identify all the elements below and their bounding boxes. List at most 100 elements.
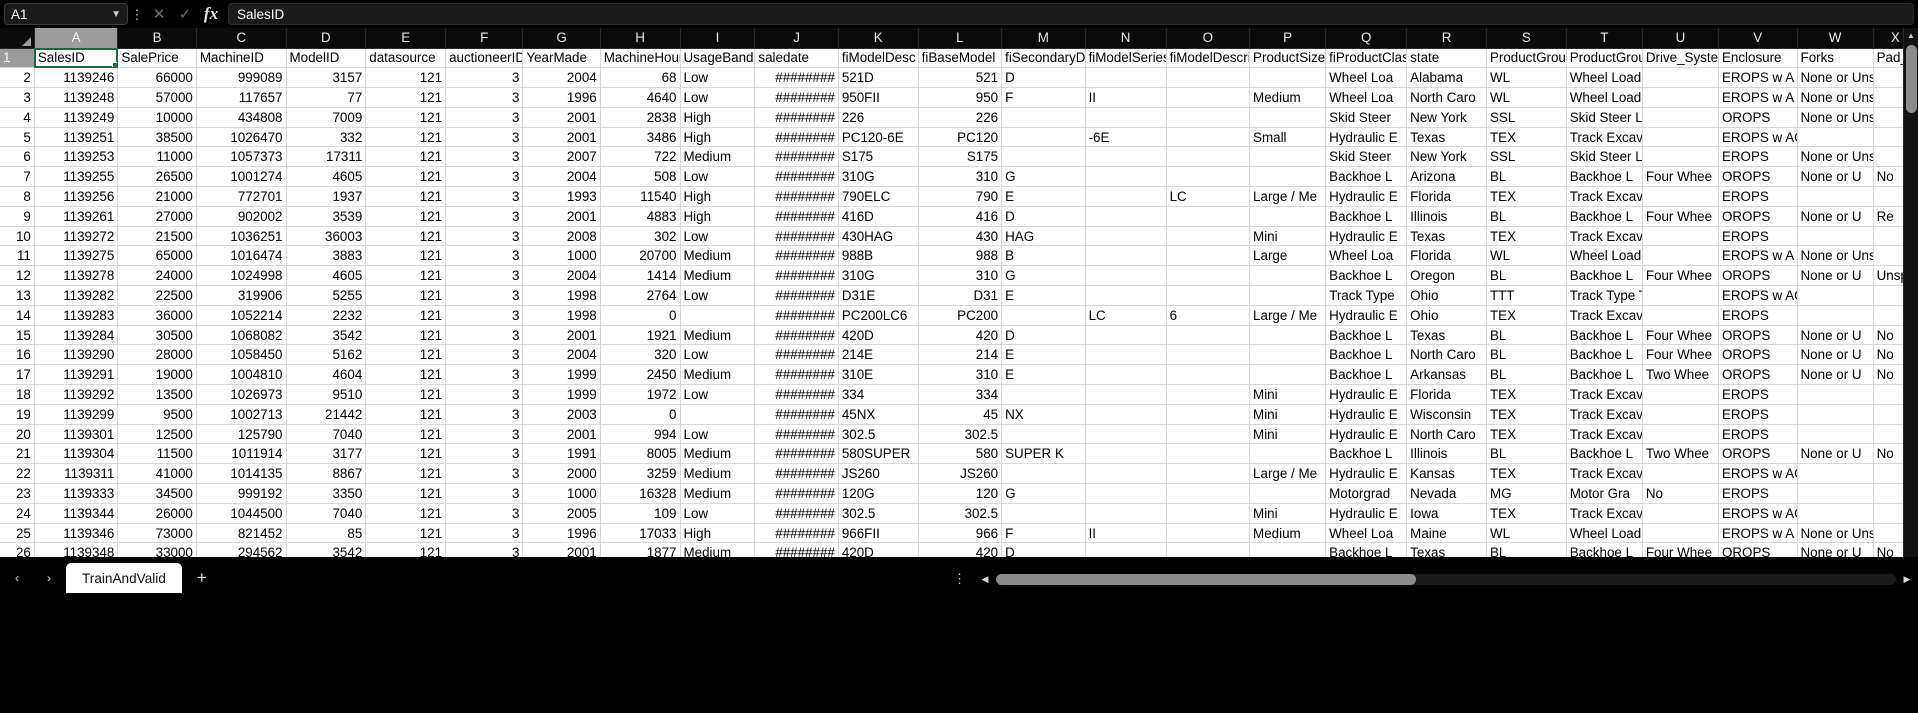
cell-R21[interactable]: Illinois bbox=[1406, 443, 1487, 465]
cell-V25[interactable]: EROPS w A bbox=[1718, 523, 1798, 544]
cell-B20[interactable]: 12500 bbox=[117, 424, 197, 445]
column-header-E[interactable]: E bbox=[365, 28, 447, 49]
row-header-1[interactable]: 1 bbox=[0, 48, 35, 69]
cell-O7[interactable] bbox=[1166, 166, 1251, 188]
cell-Q13[interactable]: Track Type bbox=[1325, 285, 1408, 306]
cell-F2[interactable]: 3 bbox=[445, 67, 524, 89]
cell-F22[interactable]: 3 bbox=[445, 463, 524, 485]
cell-T2[interactable]: Wheel Loader bbox=[1566, 67, 1643, 89]
cell-I7[interactable]: Low bbox=[680, 166, 756, 188]
cell-L11[interactable]: 988 bbox=[918, 245, 1003, 267]
cell-K16[interactable]: 214E bbox=[838, 344, 919, 366]
cell-P18[interactable]: Mini bbox=[1249, 384, 1327, 405]
cell-L9[interactable]: 416 bbox=[918, 206, 1003, 227]
cell-A9[interactable]: 1139261 bbox=[34, 206, 119, 227]
cell-M17[interactable]: E bbox=[1001, 364, 1086, 386]
cell-K23[interactable]: 120G bbox=[838, 483, 919, 504]
cell-A2[interactable]: 1139246 bbox=[34, 67, 119, 89]
cell-J24[interactable]: ######## bbox=[754, 503, 839, 524]
row-header-10[interactable]: 10 bbox=[0, 226, 35, 247]
cell-H16[interactable]: 320 bbox=[600, 344, 681, 366]
cell-K21[interactable]: 580SUPER bbox=[838, 443, 919, 465]
cell-R5[interactable]: Texas bbox=[1406, 127, 1487, 148]
cell-S11[interactable]: WL bbox=[1486, 245, 1567, 267]
cell-S24[interactable]: TEX bbox=[1486, 503, 1567, 524]
cell-F20[interactable]: 3 bbox=[445, 424, 524, 445]
cell-B9[interactable]: 27000 bbox=[117, 206, 197, 227]
cell-J17[interactable]: ######## bbox=[754, 364, 839, 386]
column-name-cell[interactable]: ModelID bbox=[286, 48, 367, 69]
cell-A26[interactable]: 1139348 bbox=[34, 542, 119, 557]
cell-K17[interactable]: 310E bbox=[838, 364, 919, 386]
cell-F5[interactable]: 3 bbox=[445, 127, 524, 148]
cell-W20[interactable] bbox=[1797, 424, 1874, 445]
cell-K4[interactable]: 226 bbox=[838, 107, 919, 128]
cell-Q17[interactable]: Backhoe L bbox=[1325, 364, 1408, 386]
cell-C25[interactable]: 821452 bbox=[196, 523, 287, 544]
cell-I18[interactable]: Low bbox=[680, 384, 756, 405]
cell-Q10[interactable]: Hydraulic E bbox=[1325, 226, 1408, 247]
cell-U8[interactable] bbox=[1642, 186, 1719, 207]
column-name-cell[interactable]: fiProductClassDesc bbox=[1325, 48, 1408, 69]
cell-V13[interactable]: EROPS w AC bbox=[1718, 285, 1798, 306]
cell-B10[interactable]: 21500 bbox=[117, 226, 197, 247]
column-name-cell[interactable]: fiModelSeries bbox=[1085, 48, 1167, 69]
cell-R18[interactable]: Florida bbox=[1406, 384, 1487, 405]
column-name-cell[interactable]: fiBaseModel bbox=[918, 48, 1003, 69]
next-sheet-icon[interactable]: › bbox=[38, 567, 60, 589]
cell-U11[interactable] bbox=[1642, 245, 1719, 267]
cell-F9[interactable]: 3 bbox=[445, 206, 524, 227]
cell-A7[interactable]: 1139255 bbox=[34, 166, 119, 188]
cell-G4[interactable]: 2001 bbox=[522, 107, 601, 128]
cell-S12[interactable]: BL bbox=[1486, 265, 1567, 287]
cell-L20[interactable]: 302.5 bbox=[918, 424, 1003, 445]
cell-K24[interactable]: 302.5 bbox=[838, 503, 919, 524]
cell-O3[interactable] bbox=[1166, 87, 1251, 108]
cell-S2[interactable]: WL bbox=[1486, 67, 1567, 89]
cell-N22[interactable] bbox=[1085, 463, 1167, 485]
cell-K7[interactable]: 310G bbox=[838, 166, 919, 188]
cell-R19[interactable]: Wisconsin bbox=[1406, 404, 1487, 425]
cell-E14[interactable]: 121 bbox=[365, 305, 447, 326]
cell-B13[interactable]: 22500 bbox=[117, 285, 197, 306]
cell-U24[interactable] bbox=[1642, 503, 1719, 524]
cell-A18[interactable]: 1139292 bbox=[34, 384, 119, 405]
cell-L5[interactable]: PC120 bbox=[918, 127, 1003, 148]
cell-L16[interactable]: 214 bbox=[918, 344, 1003, 366]
cell-F8[interactable]: 3 bbox=[445, 186, 524, 207]
cell-H10[interactable]: 302 bbox=[600, 226, 681, 247]
cell-E2[interactable]: 121 bbox=[365, 67, 447, 89]
cell-L6[interactable]: S175 bbox=[918, 146, 1003, 168]
cell-D21[interactable]: 3177 bbox=[286, 443, 367, 465]
cell-B14[interactable]: 36000 bbox=[117, 305, 197, 326]
row-header-22[interactable]: 22 bbox=[0, 463, 35, 485]
cell-H17[interactable]: 2450 bbox=[600, 364, 681, 386]
cell-V5[interactable]: EROPS w AC bbox=[1718, 127, 1798, 148]
cell-A10[interactable]: 1139272 bbox=[34, 226, 119, 247]
cell-L13[interactable]: D31 bbox=[918, 285, 1003, 306]
cell-R13[interactable]: Ohio bbox=[1406, 285, 1487, 306]
cell-L25[interactable]: 966 bbox=[918, 523, 1003, 544]
cell-P10[interactable]: Mini bbox=[1249, 226, 1327, 247]
cell-N11[interactable] bbox=[1085, 245, 1167, 267]
cell-E9[interactable]: 121 bbox=[365, 206, 447, 227]
cell-S5[interactable]: TEX bbox=[1486, 127, 1567, 148]
cell-D24[interactable]: 7040 bbox=[286, 503, 367, 524]
cell-E24[interactable]: 121 bbox=[365, 503, 447, 524]
cell-K14[interactable]: PC200LC6 bbox=[838, 305, 919, 326]
cell-L12[interactable]: 310 bbox=[918, 265, 1003, 287]
cell-U16[interactable]: Four Whee bbox=[1642, 344, 1719, 366]
cell-O19[interactable] bbox=[1166, 404, 1251, 425]
cell-V18[interactable]: EROPS bbox=[1718, 384, 1798, 405]
cell-W15[interactable]: None or U bbox=[1797, 325, 1874, 346]
cell-V2[interactable]: EROPS w A bbox=[1718, 67, 1798, 89]
cell-P15[interactable] bbox=[1249, 325, 1327, 346]
cell-P16[interactable] bbox=[1249, 344, 1327, 366]
column-name-cell[interactable]: ProductSize bbox=[1249, 48, 1327, 69]
row-header-11[interactable]: 11 bbox=[0, 245, 35, 267]
cell-O21[interactable] bbox=[1166, 443, 1251, 465]
cell-U3[interactable] bbox=[1642, 87, 1719, 108]
cell-K25[interactable]: 966FII bbox=[838, 523, 919, 544]
cell-P26[interactable] bbox=[1249, 542, 1327, 557]
select-all-corner[interactable] bbox=[0, 28, 35, 49]
